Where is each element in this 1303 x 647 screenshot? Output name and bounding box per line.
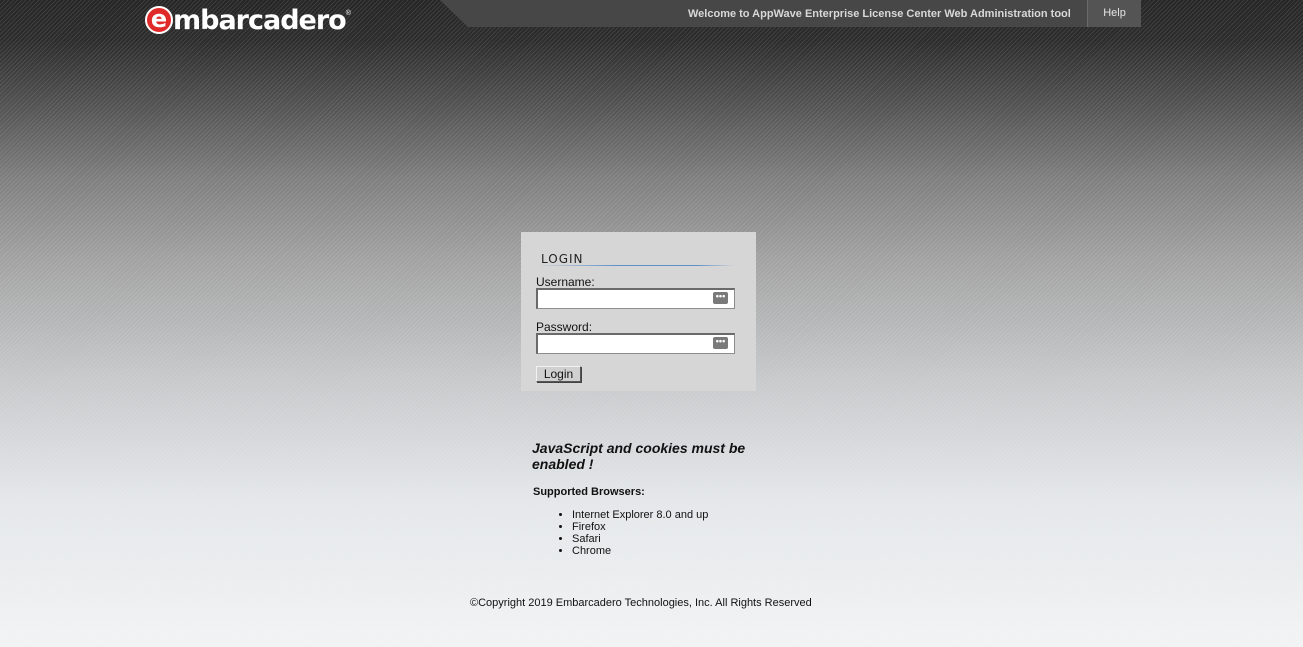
keyboard-dots-icon[interactable]: ••• [713,292,728,304]
embarcadero-logo: e mbarcadero ® [145,4,351,36]
list-item: Safari [572,533,708,545]
list-item: Chrome [572,545,708,557]
login-button[interactable]: Login [536,366,581,382]
welcome-message: Welcome to AppWave Enterprise License Ce… [688,8,1071,20]
list-item: Internet Explorer 8.0 and up [572,509,708,521]
list-item: Firefox [572,521,708,533]
logo-wordmark: mbarcadero [173,4,347,36]
password-label: Password: [536,320,593,334]
logo-e-mark: e [145,6,173,34]
help-link[interactable]: Help [1087,0,1141,27]
login-panel: LOGIN Username: ••• Password: ••• Login [521,232,756,391]
copyright-notice: ©Copyright 2019 Embarcadero Technologies… [470,597,812,609]
username-field-wrapper: ••• [536,288,735,309]
logo-registered-mark: ® [345,10,351,17]
username-input[interactable] [538,290,714,308]
password-input[interactable] [538,335,714,353]
javascript-cookies-warning: JavaScript and cookies must be enabled ! [532,440,746,472]
password-field-wrapper: ••• [536,333,735,354]
supported-browsers-heading: Supported Browsers: [533,486,645,498]
login-title-divider [537,265,735,266]
supported-browsers-list: Internet Explorer 8.0 and up Firefox Saf… [533,509,708,557]
keyboard-dots-icon[interactable]: ••• [713,337,728,349]
username-label: Username: [536,275,595,289]
login-title: LOGIN [541,252,584,266]
